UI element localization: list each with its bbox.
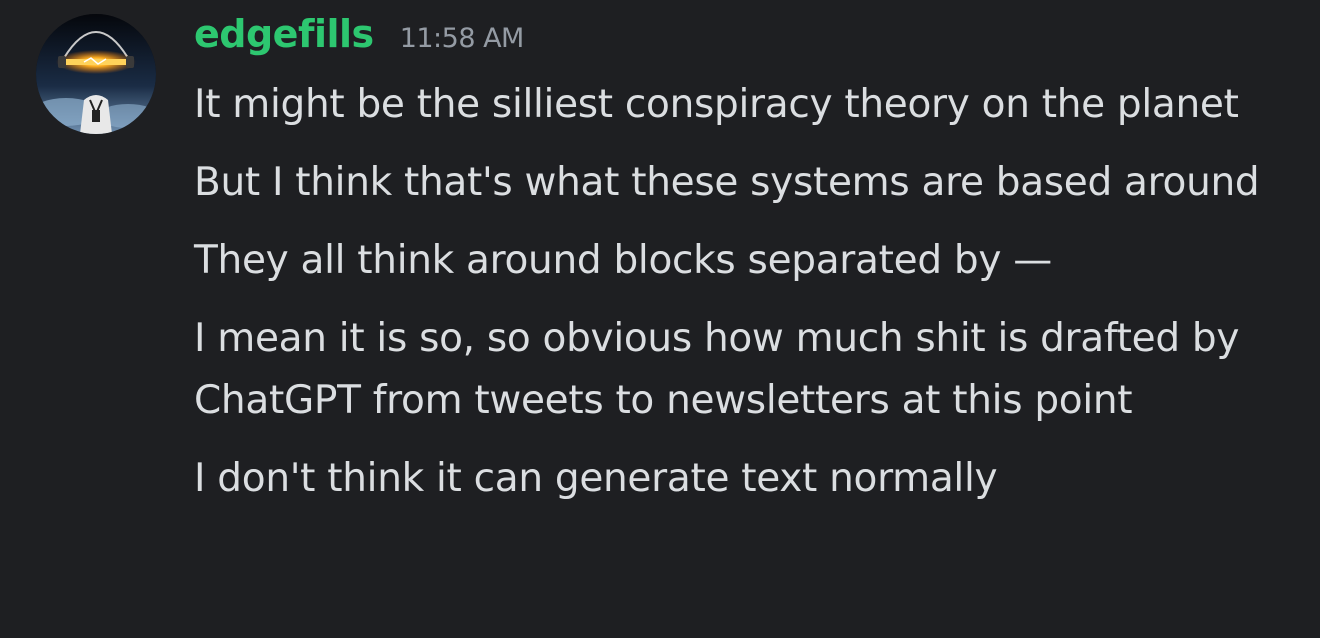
- timestamp[interactable]: 11:58 AM: [400, 23, 525, 54]
- message-text: It might be the silliest conspiracy theo…: [194, 82, 1239, 127]
- message-text: I don't think it can generate text norma…: [194, 456, 998, 501]
- message-list: It might be the silliest conspiracy theo…: [194, 74, 1294, 526]
- message-text: They all think around blocks separated b…: [194, 238, 1052, 283]
- message-text: I mean it is so, so obvious how much shi…: [194, 316, 1240, 423]
- username[interactable]: edgefills: [194, 12, 374, 56]
- avatar[interactable]: [36, 14, 156, 134]
- glowing-light-bar-avatar-icon: [36, 14, 156, 134]
- message-group: edgefills 11:58 AM It might be the silli…: [0, 0, 1320, 638]
- message-text: But I think that's what these systems ar…: [194, 160, 1260, 205]
- message-header: edgefills 11:58 AM: [194, 12, 524, 64]
